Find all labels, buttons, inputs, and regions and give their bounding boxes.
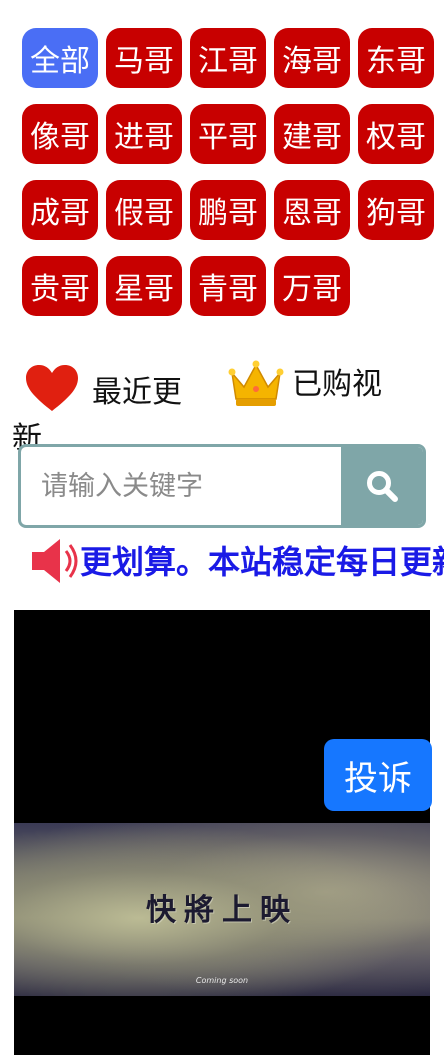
category-chip[interactable]: 假哥 bbox=[106, 180, 182, 240]
category-chip[interactable]: 星哥 bbox=[106, 256, 182, 316]
purchased-videos-link[interactable]: 已购视 bbox=[292, 365, 382, 405]
complaint-button[interactable]: 投诉 bbox=[324, 739, 432, 811]
category-chip[interactable]: 狗哥 bbox=[358, 180, 434, 240]
category-chip[interactable]: 万哥 bbox=[274, 256, 350, 316]
poster-title: 快將上映 bbox=[146, 893, 298, 928]
category-chip[interactable]: 江哥 bbox=[190, 28, 266, 88]
search-bar bbox=[18, 444, 426, 528]
category-chip[interactable]: 恩哥 bbox=[274, 180, 350, 240]
category-chip[interactable]: 鹏哥 bbox=[190, 180, 266, 240]
search-button[interactable] bbox=[341, 447, 423, 525]
video-player[interactable]: 快將上映 Coming soon bbox=[14, 610, 430, 1055]
category-chip[interactable]: 建哥 bbox=[274, 104, 350, 164]
crown-icon[interactable] bbox=[228, 359, 284, 409]
category-chip[interactable]: 青哥 bbox=[190, 256, 266, 316]
category-chip[interactable]: 马哥 bbox=[106, 28, 182, 88]
video-poster[interactable]: 快將上映 Coming soon bbox=[14, 823, 430, 996]
category-chip[interactable]: 像哥 bbox=[22, 104, 98, 164]
notice-marquee: 更划算。本站稳定每日更新 bbox=[0, 534, 444, 590]
page: 全部 马哥 江哥 海哥 东哥像哥 进哥 平哥 建哥 权哥成哥 假哥 鹏哥 恩哥 狗哥贵哥 星哥 青哥 万哥 最… bbox=[0, 0, 444, 1055]
speaker-icon bbox=[32, 539, 78, 583]
category-chip[interactable]: 东哥 bbox=[358, 28, 434, 88]
notice-text: 更划算。本站稳定每日更新 bbox=[80, 543, 444, 581]
search-input[interactable] bbox=[25, 450, 373, 522]
category-chips: 全部 马哥 江哥 海哥 东哥像哥 进哥 平哥 建哥 权哥成哥 假哥 鹏哥 恩哥 狗哥贵哥 星哥 青哥 万哥 bbox=[22, 28, 444, 316]
category-chip[interactable]: 平哥 bbox=[190, 104, 266, 164]
search-icon bbox=[367, 471, 398, 502]
category-chip[interactable]: 海哥 bbox=[274, 28, 350, 88]
category-chip[interactable]: 权哥 bbox=[358, 104, 434, 164]
category-chip[interactable]: 进哥 bbox=[106, 104, 182, 164]
category-chip[interactable]: 成哥 bbox=[22, 180, 98, 240]
category-chip[interactable]: 全部 bbox=[22, 28, 98, 88]
category-chip[interactable]: 贵哥 bbox=[22, 256, 98, 316]
poster-subtitle: Coming soon bbox=[195, 976, 249, 985]
quick-links: 最近更新 已购视 bbox=[0, 355, 444, 456]
